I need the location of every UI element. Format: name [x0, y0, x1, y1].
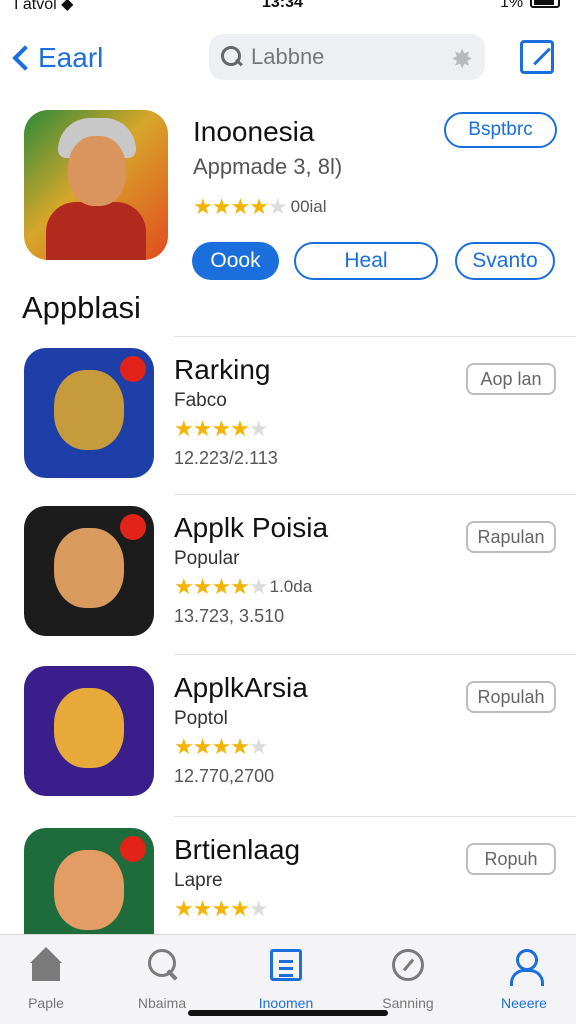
section-title: Appblasi: [22, 290, 141, 325]
tab-label: Paple: [28, 995, 64, 1011]
home-indicator[interactable]: [188, 1010, 388, 1016]
book-button[interactable]: Oook: [192, 242, 279, 280]
stars-off: ★: [248, 734, 269, 759]
tab-label: Sanning: [382, 995, 434, 1011]
clock: 13:34: [262, 0, 303, 11]
stars-off: ★: [248, 416, 269, 441]
badge-icon: [120, 356, 146, 382]
icon-character: [54, 688, 124, 768]
nav-bar: Eaarl Labbne ✸: [0, 30, 576, 86]
gauge-icon: [392, 949, 424, 981]
search-icon: [146, 949, 178, 981]
download-count: 12.770,2700: [174, 766, 275, 786]
tab-gauge[interactable]: Sanning: [358, 943, 458, 1013]
carrier-label: I atvol ◆: [14, 0, 74, 13]
tab-label: Inoomen: [258, 995, 314, 1011]
featured-app: Inoonesia Appmade 3, 8l) ★★★★★ 00ial Bsp…: [0, 100, 576, 290]
icon-character: [54, 370, 124, 450]
tab-home[interactable]: Paple: [0, 943, 96, 1013]
icon-character: [54, 850, 124, 930]
star-rating-icon: ★★★★★: [174, 896, 269, 922]
rating-count: 1.0da: [269, 577, 313, 596]
download-count: 13.723, 3.510: [174, 606, 285, 626]
app-name: ApplkArsia: [174, 672, 308, 703]
chevron-left-icon: [12, 45, 38, 71]
app-category: Fabco: [174, 390, 227, 411]
tab-label: Nbaima: [137, 995, 187, 1011]
tab-label: Neeere: [501, 995, 547, 1011]
home-icon: [30, 947, 62, 981]
search-placeholder: Labbne: [251, 44, 325, 69]
tab-documents[interactable]: Inoomen: [236, 943, 336, 1013]
divider: [174, 654, 576, 655]
star-rating-icon: ★★★★★: [174, 734, 269, 760]
compose-icon[interactable]: [520, 40, 554, 74]
rating-count: 00ial: [290, 197, 327, 216]
stars-off: ★: [248, 896, 269, 921]
status-bar: I atvol ◆ 13:34 1%: [0, 0, 576, 16]
app-rating: ★★★★★: [174, 416, 270, 442]
divider: [174, 494, 576, 495]
back-button[interactable]: Eaarl: [8, 38, 103, 78]
heal-button[interactable]: Heal: [294, 242, 438, 280]
stars-on: ★★★★: [174, 416, 250, 441]
star-rating-icon: ★★★★★: [193, 194, 288, 220]
stars-on: ★★★★: [174, 574, 250, 599]
svanto-button[interactable]: Svanto: [455, 242, 555, 280]
stars-on: ★★★★: [174, 896, 250, 921]
search-icon: [221, 46, 243, 68]
icon-face: [68, 136, 126, 206]
featured-subtitle: Appmade 3, 8l): [193, 154, 343, 179]
stars-on: ★★★★: [174, 734, 250, 759]
app-action-button[interactable]: Ropuh: [466, 843, 556, 875]
featured-app-icon[interactable]: [24, 110, 168, 260]
app-icon[interactable]: [24, 506, 154, 636]
stars-off: ★: [267, 194, 288, 219]
featured-title: Inoonesia: [193, 116, 315, 147]
download-count: 12.223/2.113: [174, 448, 278, 468]
app-name: Applk Poisia: [174, 512, 329, 543]
stars-on: ★★★★: [193, 194, 269, 219]
app-name: Rarking: [174, 354, 271, 385]
app-name: Brtienlaag: [174, 834, 301, 865]
list-item[interactable]: Rarking Fabco ★★★★★ 12.223/2.113 Aop lan: [0, 336, 576, 496]
list-item[interactable]: Applk Poisia Popular ★★★★★ 1.0da 13.723,…: [0, 494, 576, 654]
star-rating-icon: ★★★★★: [174, 416, 269, 442]
app-action-button[interactable]: Aop lan: [466, 363, 556, 395]
tab-profile[interactable]: Neeere: [474, 943, 574, 1013]
search-input[interactable]: Labbne ✸: [209, 34, 485, 80]
icon-character: [54, 528, 124, 608]
app-rating: ★★★★★: [174, 734, 270, 760]
document-icon: [270, 949, 302, 981]
person-icon: [508, 949, 544, 986]
sparkle-icon[interactable]: ✸: [451, 44, 473, 75]
badge-icon: [120, 836, 146, 862]
featured-action-button[interactable]: Bsptbrc: [444, 112, 557, 148]
app-category: Lapre: [174, 870, 223, 891]
app-action-button[interactable]: Ropulah: [466, 681, 556, 713]
battery-icon: [530, 0, 560, 8]
app-category: Popular: [174, 548, 240, 569]
icon-body: [46, 202, 146, 260]
list-item[interactable]: ApplkArsia Poptol ★★★★★ 12.770,2700 Ropu…: [0, 654, 576, 814]
featured-rating: ★★★★★ 00ial: [193, 194, 327, 220]
back-label: Eaarl: [38, 42, 104, 73]
badge-icon: [120, 514, 146, 540]
divider: [174, 816, 576, 817]
app-icon[interactable]: [24, 666, 154, 796]
divider: [174, 336, 576, 337]
app-rating: ★★★★★ 1.0da: [174, 574, 312, 600]
star-rating-icon: ★★★★★: [174, 574, 269, 600]
stars-off: ★: [248, 574, 269, 599]
battery-percent: 1%: [500, 0, 524, 11]
app-action-button[interactable]: Rapulan: [466, 521, 556, 553]
tab-search[interactable]: Nbaima: [112, 943, 212, 1013]
app-category: Poptol: [174, 708, 228, 729]
app-rating: ★★★★★: [174, 896, 269, 922]
app-icon[interactable]: [24, 348, 154, 478]
